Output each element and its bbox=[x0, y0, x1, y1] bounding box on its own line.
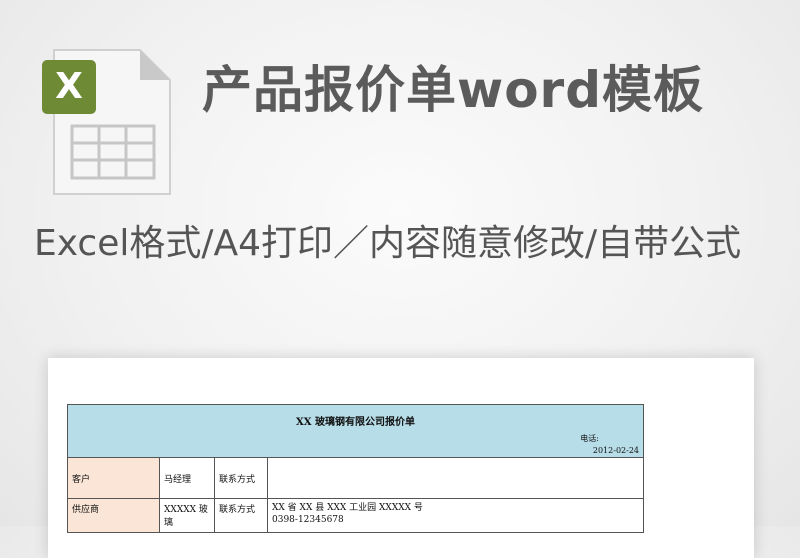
supplier-address: XX 省 XX 县 XXX 工业园 XXXXX 号 bbox=[272, 503, 423, 513]
page-title: 产品报价单word模板 bbox=[202, 61, 704, 119]
supplier-value: XXXXX 玻璃 bbox=[159, 498, 215, 533]
supplier-contact-label: 联系方式 bbox=[214, 498, 268, 533]
document-preview: XX 玻璃钢有限公司报价单 电话: 2012-02-24 客户 马经理 联系方式… bbox=[48, 358, 754, 558]
quotation-title: XX 玻璃钢有限公司报价单 bbox=[296, 417, 415, 428]
customer-label: 客户 bbox=[67, 457, 160, 499]
table-row: 客户 马经理 联系方式 bbox=[67, 457, 644, 499]
quotation-header: XX 玻璃钢有限公司报价单 电话: 2012-02-24 bbox=[67, 404, 644, 458]
quotation-date: 2012-02-24 bbox=[592, 446, 639, 455]
supplier-contact-value: XX 省 XX 县 XXX 工业园 XXXXX 号 0398-12345678 bbox=[267, 498, 644, 533]
customer-value: 马经理 bbox=[159, 457, 215, 499]
excel-x-glyph: X bbox=[55, 66, 83, 107]
tel-label: 电话: bbox=[580, 434, 599, 443]
customer-contact-label: 联系方式 bbox=[214, 457, 268, 499]
excel-file-icon: X bbox=[42, 46, 174, 198]
quotation-table: XX 玻璃钢有限公司报价单 电话: 2012-02-24 客户 马经理 联系方式… bbox=[67, 404, 644, 533]
table-row: 供应商 XXXXX 玻璃 联系方式 XX 省 XX 县 XXX 工业园 XXXX… bbox=[67, 498, 644, 533]
supplier-label: 供应商 bbox=[67, 498, 160, 533]
page-subtitle: Excel格式/A4打印／内容随意修改/自带公式 bbox=[34, 223, 742, 264]
supplier-phone: 0398-12345678 bbox=[272, 515, 344, 525]
customer-contact-value bbox=[267, 457, 644, 499]
